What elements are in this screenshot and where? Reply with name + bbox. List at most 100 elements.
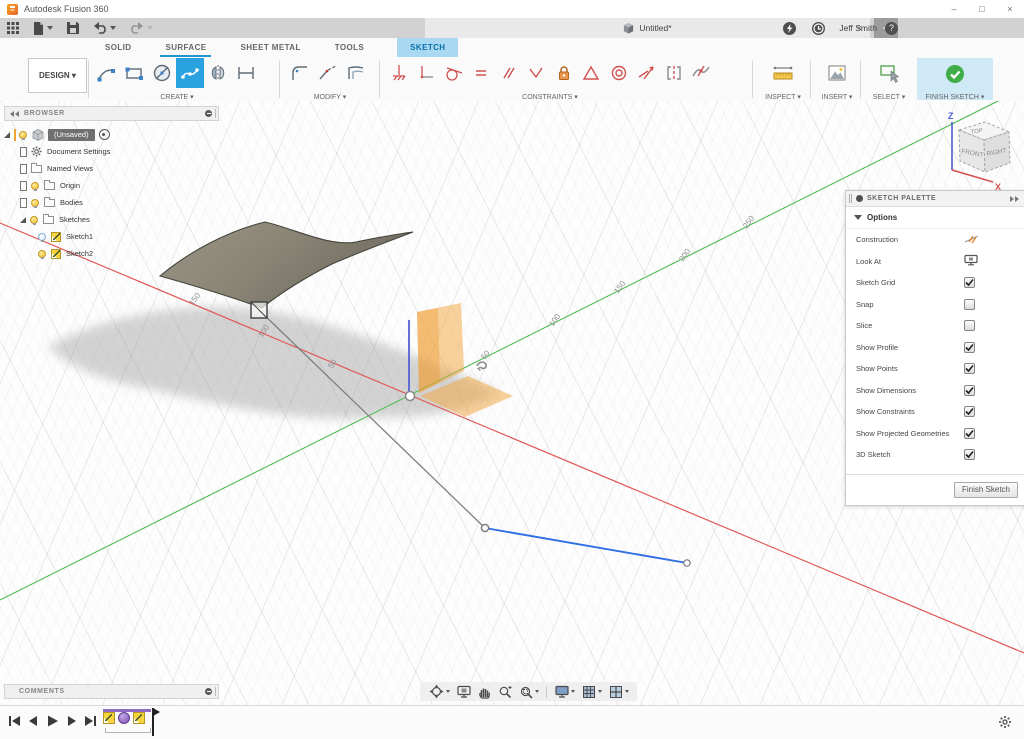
browser-item-document-settings[interactable]: Document Settings — [20, 143, 219, 160]
redo-icon[interactable] — [130, 22, 153, 34]
sketch-line-blue[interactable] — [485, 528, 687, 563]
timeline-position-marker[interactable] — [152, 708, 154, 736]
file-menu-icon[interactable] — [33, 22, 53, 35]
palette-row-slice[interactable]: Slice — [846, 315, 1024, 337]
undo-icon[interactable] — [93, 22, 116, 34]
step-forward-button[interactable] — [65, 714, 78, 728]
fit-view-icon[interactable] — [519, 685, 539, 699]
app-grid-icon[interactable] — [7, 22, 19, 34]
circle-tool-icon[interactable] — [148, 58, 176, 88]
curvature-constraint-icon[interactable] — [688, 58, 716, 88]
pan-tool-icon[interactable] — [478, 685, 491, 699]
show-dimensions-checkbox-checked[interactable] — [964, 385, 975, 396]
timeline-sketch-feature-icon[interactable] — [133, 712, 145, 724]
snap-checkbox-unchecked[interactable] — [964, 299, 975, 310]
select-tool-icon[interactable] — [875, 58, 903, 88]
measure-tool-icon[interactable] — [769, 58, 797, 88]
perpendicular-constraint-icon[interactable] — [523, 58, 551, 88]
equal-constraint-icon[interactable] — [468, 58, 496, 88]
timeline-sketch-feature-icon[interactable] — [103, 712, 115, 724]
timeline-settings-gear-icon[interactable] — [998, 715, 1012, 729]
view-cube[interactable]: Z X TOP FRONT RIGHT — [933, 106, 1021, 199]
display-settings-icon[interactable] — [555, 685, 575, 698]
tab-sketch[interactable]: SKETCH — [397, 38, 458, 57]
visibility-bulb-off-icon[interactable] — [38, 233, 46, 241]
palette-row-show-profile[interactable]: Show Profile — [846, 337, 1024, 359]
trim-tool-icon[interactable] — [314, 58, 342, 88]
3d-sketch-checkbox-checked[interactable] — [964, 449, 975, 460]
inspect-group-label[interactable]: INSPECT ▾ — [758, 93, 808, 101]
mirror-tool-icon[interactable] — [204, 58, 232, 88]
parallel-constraint-icon[interactable] — [495, 58, 523, 88]
tangent-constraint-icon[interactable] — [440, 58, 468, 88]
browser-item-sketch2[interactable]: Sketch2 — [38, 245, 219, 262]
timeline-form-feature-icon[interactable] — [118, 712, 130, 724]
skip-to-start-button[interactable] — [8, 714, 21, 728]
slice-checkbox-unchecked[interactable] — [964, 320, 975, 331]
coincident-constraint-icon[interactable] — [385, 58, 413, 88]
browser-item-root[interactable]: (Unsaved) — [4, 126, 219, 143]
tab-solid[interactable]: SOLID — [92, 38, 144, 57]
line-tool-icon[interactable] — [92, 58, 120, 88]
grid-settings-icon[interactable] — [582, 685, 602, 699]
expand-closed-icon[interactable] — [21, 165, 26, 173]
sketch-point-start[interactable] — [481, 524, 488, 531]
options-section-header[interactable]: Options — [846, 207, 1024, 229]
viewport-canvas[interactable]: 150 100 50 50 100 150 200 250 — [0, 101, 1024, 705]
midpoint-constraint-icon[interactable] — [578, 58, 606, 88]
concentric-constraint-icon[interactable] — [605, 58, 633, 88]
vertical-horizontal-constraint-icon[interactable] — [413, 58, 441, 88]
rectangle-tool-icon[interactable] — [120, 58, 148, 88]
palette-row-construction[interactable]: Construction — [846, 229, 1024, 251]
dimension-tool-icon[interactable] — [232, 58, 260, 88]
expand-open-icon[interactable] — [4, 132, 10, 138]
job-status-icon[interactable] — [783, 22, 796, 35]
palette-row-show-points[interactable]: Show Points — [846, 358, 1024, 380]
viewports-icon[interactable] — [609, 685, 629, 699]
orbit-tool-icon[interactable] — [429, 684, 450, 699]
panel-options-icon[interactable] — [205, 688, 212, 695]
sketch-palette-header[interactable]: SKETCH PALETTE — [846, 191, 1024, 207]
insert-group-label[interactable]: INSERT ▾ — [814, 93, 860, 101]
panel-options-icon[interactable] — [205, 110, 212, 117]
visibility-bulb-icon[interactable] — [31, 199, 39, 207]
sketch-grid-checkbox-checked[interactable] — [964, 277, 975, 288]
palette-row-show-dimensions[interactable]: Show Dimensions — [846, 380, 1024, 402]
close-button[interactable]: × — [996, 4, 1024, 14]
help-icon[interactable]: ? — [885, 22, 898, 35]
tab-tools[interactable]: TOOLS — [322, 38, 377, 57]
expand-closed-icon[interactable] — [21, 182, 26, 190]
origin-point[interactable] — [406, 392, 415, 401]
finish-sketch-group-label[interactable]: FINISH SKETCH ▾ — [917, 93, 993, 101]
spline-tool-icon-active[interactable] — [176, 58, 204, 88]
show-profile-checkbox-checked[interactable] — [964, 342, 975, 353]
visibility-bulb-icon[interactable] — [38, 250, 46, 258]
palette-row-sketch-grid[interactable]: Sketch Grid — [846, 272, 1024, 294]
constraints-group-label[interactable]: CONSTRAINTS ▾ — [385, 93, 715, 101]
visibility-bulb-icon[interactable] — [31, 182, 39, 190]
offset-tool-icon[interactable] — [342, 58, 370, 88]
expand-open-icon[interactable] — [20, 217, 26, 223]
notifications-clock-icon[interactable] — [812, 22, 825, 35]
visibility-bulb-icon[interactable] — [30, 216, 38, 224]
palette-row-snap[interactable]: Snap — [846, 294, 1024, 316]
fillet-tool-icon[interactable] — [286, 58, 314, 88]
symmetry-constraint-icon[interactable] — [660, 58, 688, 88]
save-icon[interactable] — [67, 22, 79, 34]
construction-icon[interactable] — [964, 233, 979, 246]
palette-row-look-at[interactable]: Look At — [846, 251, 1024, 273]
skip-to-end-button[interactable] — [84, 714, 97, 728]
root-document-label[interactable]: (Unsaved) — [48, 129, 95, 141]
play-button[interactable] — [46, 714, 59, 728]
step-back-button[interactable] — [27, 714, 40, 728]
fix-lock-constraint-icon[interactable] — [550, 58, 578, 88]
palette-row-3d-sketch[interactable]: 3D Sketch — [846, 444, 1024, 466]
expand-closed-icon[interactable] — [21, 148, 26, 156]
look-at-tool-icon[interactable] — [457, 685, 471, 698]
finish-sketch-palette-button[interactable]: Finish Sketch — [954, 482, 1018, 498]
minimize-button[interactable]: – — [940, 4, 968, 14]
collapse-panel-icon[interactable] — [10, 111, 20, 117]
look-at-icon[interactable] — [964, 254, 978, 268]
visibility-bulb-icon[interactable] — [19, 131, 27, 139]
browser-item-named-views[interactable]: Named Views — [20, 160, 219, 177]
